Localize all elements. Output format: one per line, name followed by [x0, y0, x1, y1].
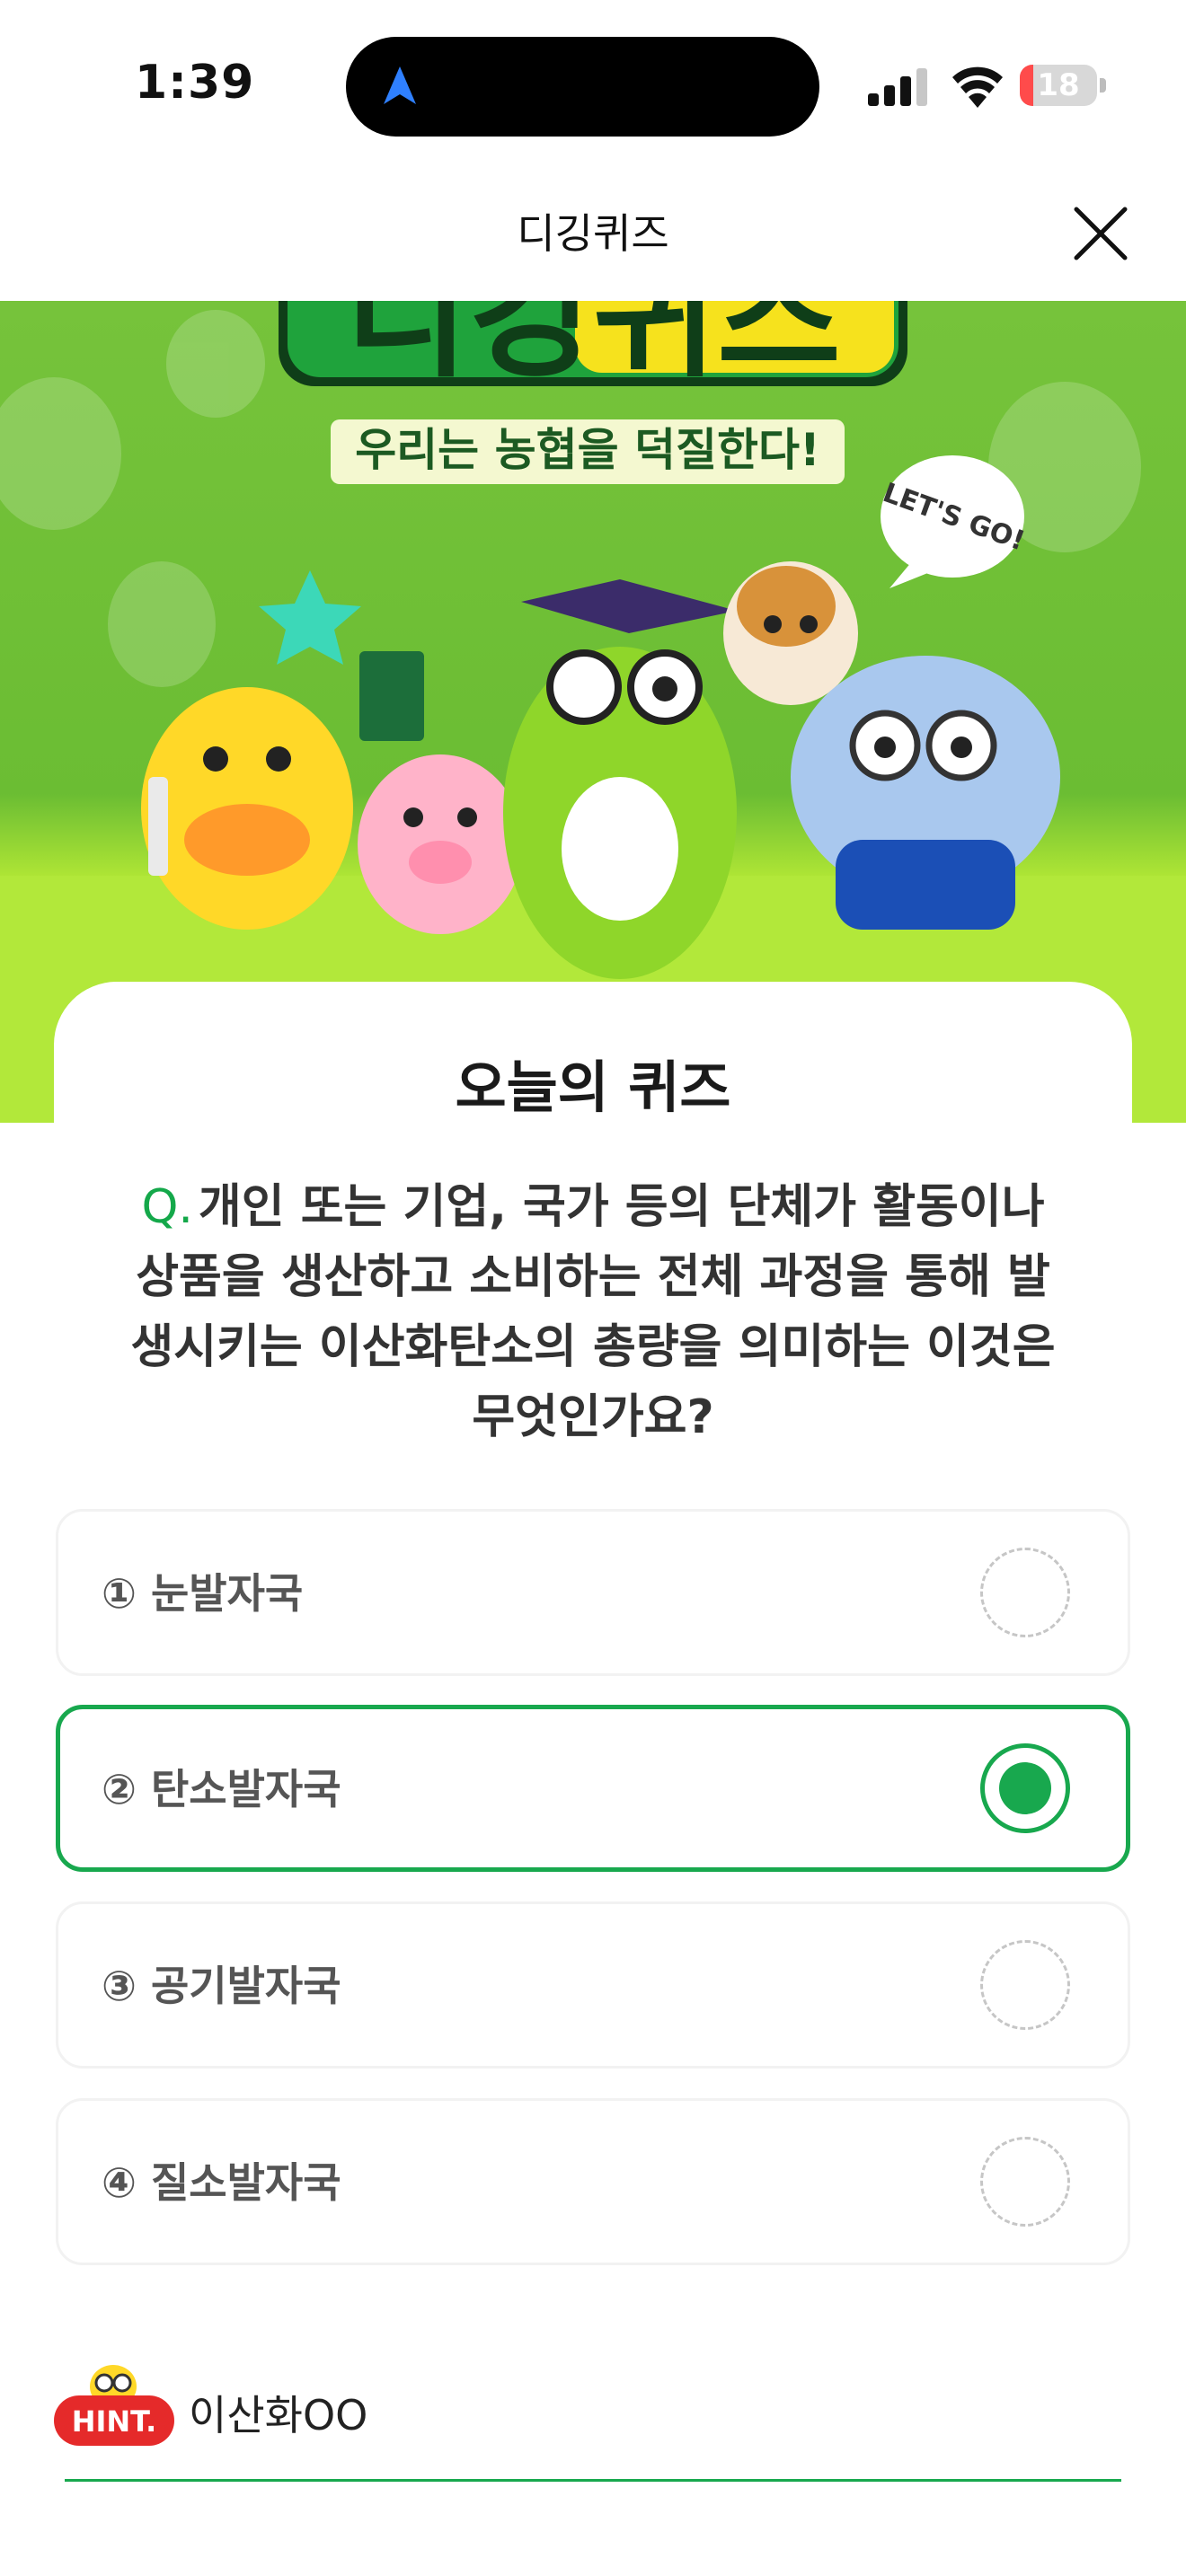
duck-character [141, 687, 353, 930]
quiz-title-wrap: 오늘의 퀴즈 [0, 1042, 1186, 1123]
wifi-icon [952, 66, 1003, 108]
status-time: 1:39 [135, 56, 255, 110]
dog-character [723, 561, 858, 705]
answer-option-2[interactable]: ② 탄소발자국 [56, 1705, 1130, 1872]
answer-option-3[interactable]: ③ 공기발자국 [56, 1901, 1130, 2069]
question-text: 개인 또는 기업, 국가 등의 단체가 활동이나 상품을 생산하고 소비하는 전… [130, 1180, 1056, 1444]
answer-option-label: ③ 공기발자국 [102, 1962, 341, 2010]
hint-badge-text: HINT. [72, 2404, 157, 2439]
green-character [503, 579, 737, 979]
banner-logo: 디깅퀴즈 [279, 301, 907, 396]
question-prefix: Q. [141, 1180, 193, 1234]
radio-dot [999, 1762, 1051, 1814]
answer-option-1[interactable]: ① 눈발자국 [56, 1509, 1130, 1676]
quiz-title: 오늘의 퀴즈 [442, 1042, 744, 1123]
answer-option-4[interactable]: ④ 질소발자국 [56, 2098, 1130, 2265]
app-header: 디깅퀴즈 [0, 171, 1186, 301]
battery-level: 18 [1037, 67, 1080, 103]
status-bar: 1:39 18 [0, 0, 1186, 171]
radio-icon [980, 1548, 1070, 1637]
radio-checked-icon [980, 1743, 1070, 1833]
answer-option-label: ① 눈발자국 [102, 1569, 304, 1618]
banner-slogan: 우리는 농협을 덕질한다! [355, 424, 820, 476]
hint-text: 이산화OO [189, 2391, 368, 2439]
page-title: 디깅퀴즈 [517, 209, 669, 258]
answer-option-label: ④ 질소발자국 [102, 2158, 341, 2207]
battery-tip [1100, 78, 1106, 93]
location-arrow-icon [384, 66, 416, 104]
battery-indicator: 18 [1020, 65, 1106, 108]
radio-icon [980, 1940, 1070, 2030]
close-icon[interactable] [1060, 193, 1141, 274]
battery-body: 18 [1020, 65, 1097, 106]
answer-option-label: ② 탄소발자국 [102, 1765, 341, 1813]
hint-badge-icon: HINT. [54, 2365, 174, 2446]
hint-divider [65, 2479, 1121, 2482]
pig-character [358, 651, 523, 934]
cellular-signal-icon [868, 68, 927, 106]
radio-icon [980, 2137, 1070, 2227]
quiz-question: Q. 개인 또는 기업, 국가 등의 단체가 활동이나 상품을 생산하고 소비하는… [121, 1172, 1065, 1452]
banner-logo-text: 디깅퀴즈 [345, 301, 841, 396]
hint-row: HINT. 이산화OO [52, 2349, 1130, 2448]
